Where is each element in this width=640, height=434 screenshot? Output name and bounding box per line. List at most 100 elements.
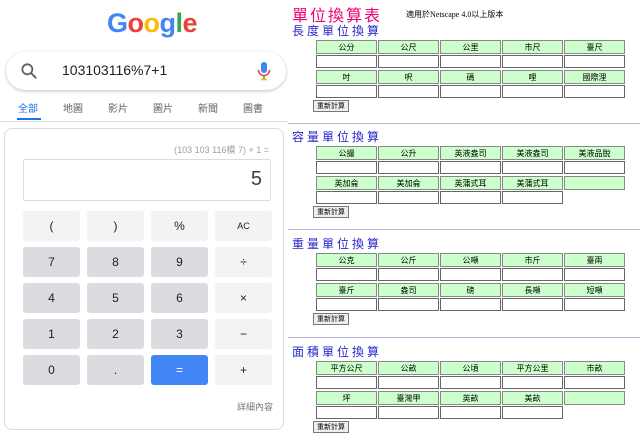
tab-images[interactable]: 圖片: [153, 100, 173, 115]
search-input[interactable]: 103103116%7+1: [62, 62, 167, 78]
unit-label: 英加侖: [316, 176, 377, 190]
key-plus[interactable]: +: [215, 355, 272, 385]
recalculate-button[interactable]: 重新計算: [313, 100, 349, 112]
unit-value-input[interactable]: [564, 55, 625, 68]
unit-value-input[interactable]: [378, 268, 439, 281]
unit-value-input[interactable]: [440, 161, 501, 174]
unit-label: 英蒲式耳: [440, 176, 501, 190]
recalculate-button[interactable]: 重新計算: [313, 313, 349, 325]
unit-value-input[interactable]: [564, 85, 625, 98]
unit-value-input[interactable]: [440, 85, 501, 98]
tab-videos[interactable]: 影片: [108, 100, 128, 115]
key-6[interactable]: 6: [151, 283, 208, 313]
unit-label: 公畝: [378, 361, 439, 375]
unit-label: 臺灣甲: [378, 391, 439, 405]
search-box[interactable]: 103103116%7+1: [6, 52, 286, 90]
key-7[interactable]: 7: [23, 247, 80, 277]
key-equals[interactable]: =: [151, 355, 208, 385]
unit-value-input[interactable]: [564, 268, 625, 281]
unit-value-input[interactable]: [502, 268, 563, 281]
unit-value-input[interactable]: [564, 298, 625, 311]
unit-value-input[interactable]: [564, 376, 625, 389]
tab-books[interactable]: 圖書: [243, 100, 263, 115]
section-divider: [288, 337, 640, 338]
key-decimal[interactable]: .: [87, 355, 144, 385]
tab-all[interactable]: 全部: [18, 100, 38, 115]
unit-value-input[interactable]: [564, 161, 625, 174]
key-9[interactable]: 9: [151, 247, 208, 277]
unit-value-input[interactable]: [316, 376, 377, 389]
unit-value-input[interactable]: [378, 85, 439, 98]
tab-news[interactable]: 新聞: [198, 100, 218, 115]
tab-maps[interactable]: 地圖: [63, 100, 83, 115]
key-multiply[interactable]: ×: [215, 283, 272, 313]
unit-value-input[interactable]: [378, 298, 439, 311]
recalculate-button[interactable]: 重新計算: [313, 421, 349, 433]
logo-letter: g: [159, 8, 177, 38]
unit-value-input[interactable]: [316, 85, 377, 98]
key-minus[interactable]: −: [215, 319, 272, 349]
unit-value-input[interactable]: [378, 376, 439, 389]
unit-value-input[interactable]: [440, 191, 501, 204]
unit-label: 臺尺: [564, 40, 625, 54]
unit-value-input[interactable]: [502, 191, 563, 204]
unit-value-input[interactable]: [378, 406, 439, 419]
unit-value-input[interactable]: [316, 191, 377, 204]
unit-value-input[interactable]: [440, 406, 501, 419]
unit-value-input[interactable]: [378, 55, 439, 68]
key-5[interactable]: 5: [87, 283, 144, 313]
unit-value-input[interactable]: [502, 55, 563, 68]
unit-label: 碼: [440, 70, 501, 84]
google-calculator-panel: Google 103103116%7+1 全部 地圖 影片 圖片 新聞 圖書 (…: [0, 0, 288, 434]
section-title-volume: 容量單位換算: [292, 130, 383, 144]
key-divide[interactable]: ÷: [215, 247, 272, 277]
unit-label: 公尺: [378, 40, 439, 54]
unit-value-input[interactable]: [502, 376, 563, 389]
unit-value-input[interactable]: [316, 161, 377, 174]
unit-label: 公里: [440, 40, 501, 54]
unit-label: 平方公尺: [316, 361, 377, 375]
key-4[interactable]: 4: [23, 283, 80, 313]
key-3[interactable]: 3: [151, 319, 208, 349]
unit-label: 公撮: [316, 146, 377, 160]
unit-value-input[interactable]: [502, 161, 563, 174]
unit-value-input[interactable]: [378, 161, 439, 174]
unit-value-input[interactable]: [502, 298, 563, 311]
unit-value-input[interactable]: [440, 376, 501, 389]
more-info-link[interactable]: 詳細內容: [237, 400, 273, 413]
empty-cell: [564, 176, 625, 190]
unit-value-input[interactable]: [440, 55, 501, 68]
key-1[interactable]: 1: [23, 319, 80, 349]
search-icon[interactable]: [19, 61, 39, 81]
microphone-icon[interactable]: [256, 61, 272, 81]
key-open-paren[interactable]: (: [23, 211, 80, 241]
unit-label: 英畝: [440, 391, 501, 405]
key-close-paren[interactable]: ): [87, 211, 144, 241]
unit-value-input[interactable]: [316, 55, 377, 68]
key-2[interactable]: 2: [87, 319, 144, 349]
logo-letter: e: [182, 8, 198, 38]
key-percent[interactable]: %: [151, 211, 208, 241]
section-divider: [288, 229, 640, 230]
key-clear[interactable]: AC: [215, 211, 272, 241]
recalculate-button[interactable]: 重新計算: [313, 206, 349, 218]
unit-value-input[interactable]: [316, 298, 377, 311]
unit-value-input[interactable]: [316, 406, 377, 419]
key-0[interactable]: 0: [23, 355, 80, 385]
key-8[interactable]: 8: [87, 247, 144, 277]
unit-value-input[interactable]: [502, 85, 563, 98]
unit-label: 市斤: [502, 253, 563, 267]
unit-label: 磅: [440, 283, 501, 297]
unit-value-input[interactable]: [440, 298, 501, 311]
unit-label: 臺斤: [316, 283, 377, 297]
unit-value-input[interactable]: [316, 268, 377, 281]
unit-value-input[interactable]: [378, 191, 439, 204]
google-logo: Google: [107, 8, 198, 39]
unit-value-input[interactable]: [502, 406, 563, 419]
active-tab-indicator: [17, 118, 41, 120]
unit-value-input[interactable]: [440, 268, 501, 281]
unit-label: 美液盎司: [502, 146, 563, 160]
unit-label: 哩: [502, 70, 563, 84]
calculator-expression: (103 103 116模 7) + 1 =: [174, 145, 269, 155]
unit-label: 公噸: [440, 253, 501, 267]
